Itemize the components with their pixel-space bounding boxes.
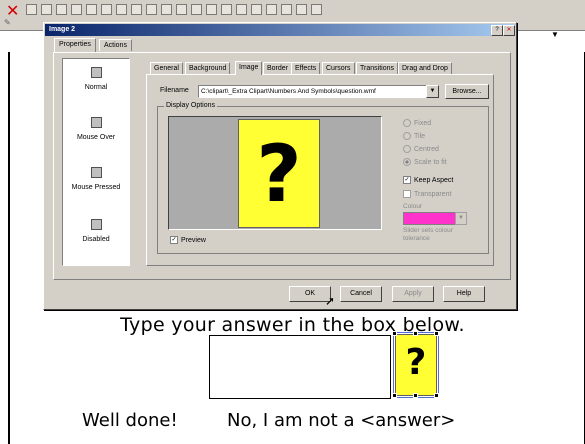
keep-aspect-label: Keep Aspect — [414, 176, 454, 184]
resize-handle[interactable] — [392, 331, 397, 336]
resize-handle[interactable] — [413, 393, 418, 398]
state-list: Normal Mouse Over Mouse Pressed Disabled — [62, 58, 130, 266]
radio-label: Tile — [414, 132, 426, 140]
state-label: Mouse Over — [76, 134, 116, 141]
chevron-down-icon[interactable]: ▼ — [455, 212, 467, 225]
chevron-down-icon[interactable]: ▼ — [426, 85, 439, 98]
resize-handle[interactable] — [434, 393, 439, 398]
preview-image: ? — [238, 119, 320, 228]
radio-icon — [403, 132, 411, 140]
keep-aspect-checkbox[interactable]: ✓ Keep Aspect — [403, 176, 453, 184]
checkbox-icon — [403, 190, 411, 198]
tab-actions[interactable]: Actions — [99, 39, 132, 51]
question-image[interactable]: ? — [395, 334, 437, 396]
display-options-label: Display Options — [164, 102, 218, 109]
question-mark-glyph: ? — [405, 342, 427, 383]
radio-label: Centred — [414, 145, 439, 153]
close-icon[interactable]: ✕ — [503, 25, 515, 36]
button-state-icon — [90, 219, 102, 230]
wrong-answer-text: No, I am not a <answer> — [227, 410, 456, 431]
browse-button[interactable]: Browse... — [445, 84, 489, 99]
tab-background[interactable]: Background — [185, 62, 231, 74]
button-state-icon — [90, 167, 102, 178]
state-label: Mouse Pressed — [71, 184, 121, 191]
radio-centred[interactable]: Centred — [403, 145, 439, 153]
well-done-text: Well done! — [82, 410, 178, 431]
dialog-titlebar[interactable]: Image 2 ? ✕ — [45, 24, 515, 36]
tab-border[interactable]: Border — [263, 62, 293, 74]
radio-selected-icon — [403, 158, 411, 166]
colour-picker[interactable] — [403, 212, 457, 225]
transparent-checkbox[interactable]: Transparent — [403, 190, 451, 198]
state-label: Disabled — [82, 236, 110, 243]
resize-handle[interactable] — [434, 331, 439, 336]
radio-label: Scale to fit — [414, 158, 447, 166]
state-label: Normal — [84, 84, 108, 91]
tab-transitions[interactable]: Transitions — [356, 62, 398, 74]
pencil-icon[interactable]: ✎ — [4, 18, 11, 27]
apply-button[interactable]: Apply — [392, 286, 434, 302]
chevron-down-icon[interactable]: ▼ — [551, 30, 559, 39]
question-mark-glyph: ? — [256, 130, 302, 220]
tab-properties[interactable]: Properties — [54, 38, 96, 52]
radio-scale-to-fit[interactable]: Scale to fit — [403, 158, 447, 166]
tab-effects[interactable]: Effects — [291, 62, 321, 74]
transparent-label: Transparent — [414, 190, 452, 198]
checkbox-checked-icon: ✓ — [403, 176, 411, 184]
answer-input[interactable] — [209, 335, 391, 399]
tab-general[interactable]: General — [150, 62, 183, 74]
radio-label: Fixed — [414, 119, 432, 127]
preview-checkbox[interactable]: ✓ Preview — [170, 236, 206, 244]
tab-cursors[interactable]: Cursors — [322, 62, 355, 74]
button-state-icon — [90, 117, 102, 128]
state-disabled[interactable]: Disabled — [63, 219, 129, 243]
tab-image[interactable]: Image — [235, 61, 263, 75]
resize-handle[interactable] — [392, 393, 397, 398]
resize-handle[interactable] — [413, 331, 418, 336]
button-state-icon — [90, 67, 102, 78]
filename-field[interactable]: C:\clipart\_Extra Clipart\Numbers And Sy… — [198, 85, 433, 98]
state-normal[interactable]: Normal — [63, 67, 129, 91]
question-text: Type your answer in the box below. — [120, 314, 465, 336]
tab-drag-and-drop[interactable]: Drag and Drop — [398, 62, 452, 74]
slider-note: Slider sets colour tolerance — [403, 227, 453, 242]
radio-tile[interactable]: Tile — [403, 132, 425, 140]
help-icon[interactable]: ? — [491, 25, 503, 36]
dialog-title: Image 2 — [49, 26, 76, 33]
mouse-cursor-icon: ➚ — [325, 294, 336, 308]
preview-label: Preview — [181, 236, 206, 244]
radio-icon — [403, 145, 411, 153]
cancel-button[interactable]: Cancel — [340, 286, 382, 302]
radio-icon — [403, 119, 411, 127]
toolbar-icon-strip[interactable] — [26, 4, 366, 15]
state-mouse-over[interactable]: Mouse Over — [63, 117, 129, 141]
radio-fixed[interactable]: Fixed — [403, 119, 431, 127]
state-mouse-pressed[interactable]: Mouse Pressed — [63, 167, 129, 191]
help-button[interactable]: Help — [443, 286, 485, 302]
checkbox-checked-icon: ✓ — [170, 236, 178, 244]
filename-label: Filename — [160, 87, 189, 94]
colour-label: Colour — [403, 203, 423, 210]
